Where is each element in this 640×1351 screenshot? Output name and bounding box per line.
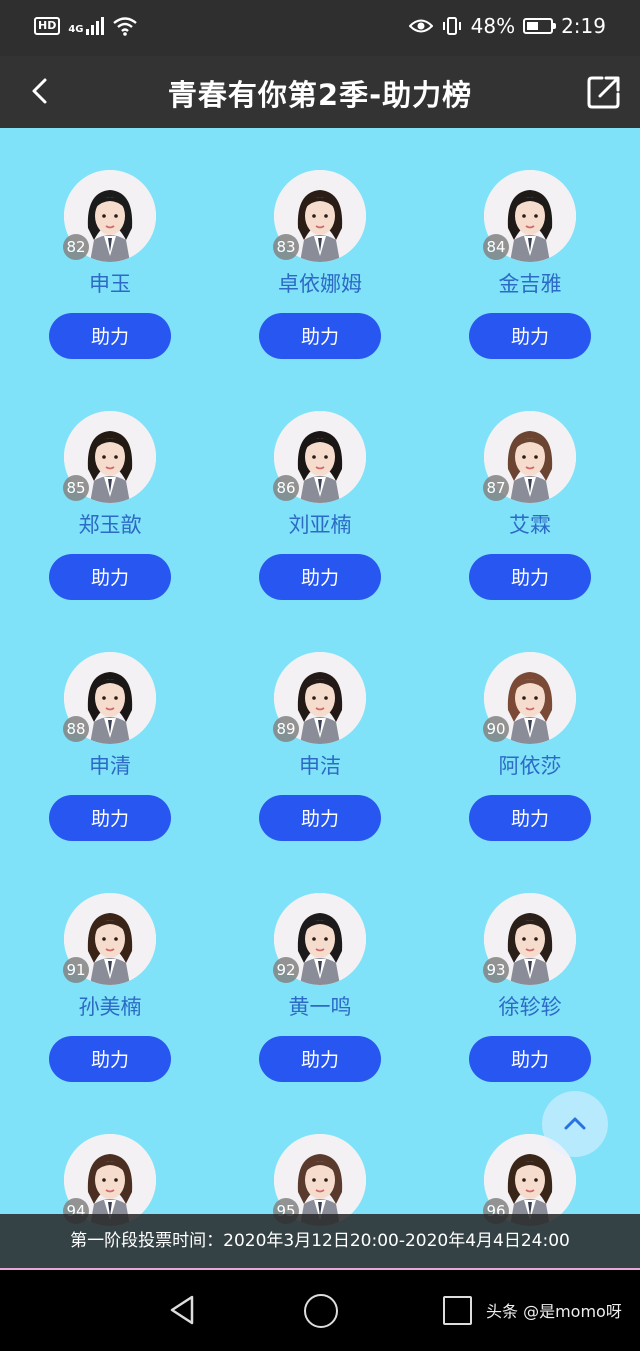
rank-badge: 93 [483, 957, 509, 983]
trainee-name: 艾霖 [509, 513, 551, 537]
status-bar: HD 4G 48% 2:19 [0, 0, 640, 56]
chevron-up-icon [564, 1117, 586, 1130]
rank-badge: 86 [273, 475, 299, 501]
trainee-card: 89 申洁 助力 [215, 650, 425, 891]
nav-back-icon[interactable] [168, 1294, 198, 1326]
support-button[interactable]: 助力 [469, 795, 591, 841]
hd-indicator: HD [34, 17, 61, 35]
support-button[interactable]: 助力 [49, 554, 171, 600]
vibrate-icon [442, 17, 461, 35]
trainee-name: 金吉雅 [498, 272, 562, 296]
ranking-content[interactable]: 82 申玉 助力 83 卓依娜姆 助力 84 金吉雅 助力 85 郑玉歆 助力 … [0, 128, 640, 1270]
battery-percent: 48% [470, 14, 516, 38]
trainee-name: 卓依娜姆 [278, 272, 362, 296]
share-icon[interactable] [584, 72, 624, 112]
wifi-icon [112, 17, 137, 36]
trainee-card: 82 申玉 助力 [5, 168, 215, 409]
trainee-card: 88 申清 助力 [5, 650, 215, 891]
rank-badge: 90 [483, 716, 509, 742]
trainee-name: 郑玉歆 [78, 513, 142, 537]
clock: 2:19 [561, 14, 606, 38]
trainee-card: 92 黄一鸣 助力 [215, 891, 425, 1132]
support-button[interactable]: 助力 [49, 1036, 171, 1082]
trainee-name: 阿依莎 [498, 754, 562, 778]
support-button[interactable]: 助力 [259, 795, 381, 841]
signal-icon: 4G [68, 17, 104, 35]
trainee-name: 申洁 [299, 754, 341, 778]
rank-badge: 85 [63, 475, 89, 501]
rank-badge: 82 [63, 234, 89, 260]
page-title: 青春有你第2季-助力榜 [167, 78, 473, 112]
support-button[interactable]: 助力 [469, 1036, 591, 1082]
support-button[interactable]: 助力 [259, 554, 381, 600]
support-button[interactable]: 助力 [469, 313, 591, 359]
rank-badge: 91 [63, 957, 89, 983]
trainee-card: 83 卓依娜姆 助力 [215, 168, 425, 409]
nav-home-icon[interactable] [304, 1294, 338, 1328]
voting-period-notice: 第一阶段投票时间：2020年3月12日20:00-2020年4月4日24:00 [0, 1214, 640, 1268]
trainee-name: 申玉 [89, 272, 131, 296]
trainee-card: 87 艾霖 助力 [425, 409, 635, 650]
trainee-card: 91 孙美楠 助力 [5, 891, 215, 1132]
rank-badge: 88 [63, 716, 89, 742]
support-button[interactable]: 助力 [49, 795, 171, 841]
support-button[interactable]: 助力 [469, 554, 591, 600]
rank-badge: 92 [273, 957, 299, 983]
eye-icon [408, 19, 433, 33]
rank-badge: 84 [483, 234, 509, 260]
trainee-card: 86 刘亚楠 助力 [215, 409, 425, 650]
scroll-to-top-button[interactable] [542, 1091, 608, 1157]
rank-badge: 87 [483, 475, 509, 501]
trainee-name: 黄一鸣 [288, 995, 352, 1019]
trainee-name: 孙美楠 [78, 995, 142, 1019]
support-button[interactable]: 助力 [259, 313, 381, 359]
watermark: 头条 @是momo呀 [486, 1302, 622, 1321]
trainee-name: 刘亚楠 [288, 513, 352, 537]
trainee-card: 84 金吉雅 助力 [425, 168, 635, 409]
battery-icon [523, 18, 557, 34]
support-button[interactable]: 助力 [49, 313, 171, 359]
trainee-name: 申清 [89, 754, 131, 778]
title-bar: 青春有你第2季-助力榜 [0, 56, 640, 128]
rank-badge: 83 [273, 234, 299, 260]
system-nav-bar: 头条 @是momo呀 [0, 1272, 640, 1351]
trainee-card: 85 郑玉歆 助力 [5, 409, 215, 650]
trainee-card: 90 阿依莎 助力 [425, 650, 635, 891]
nav-recents-icon[interactable] [443, 1296, 472, 1325]
rank-badge: 89 [273, 716, 299, 742]
divider [0, 1268, 640, 1270]
support-button[interactable]: 助力 [259, 1036, 381, 1082]
trainee-name: 徐轸轸 [498, 995, 562, 1019]
